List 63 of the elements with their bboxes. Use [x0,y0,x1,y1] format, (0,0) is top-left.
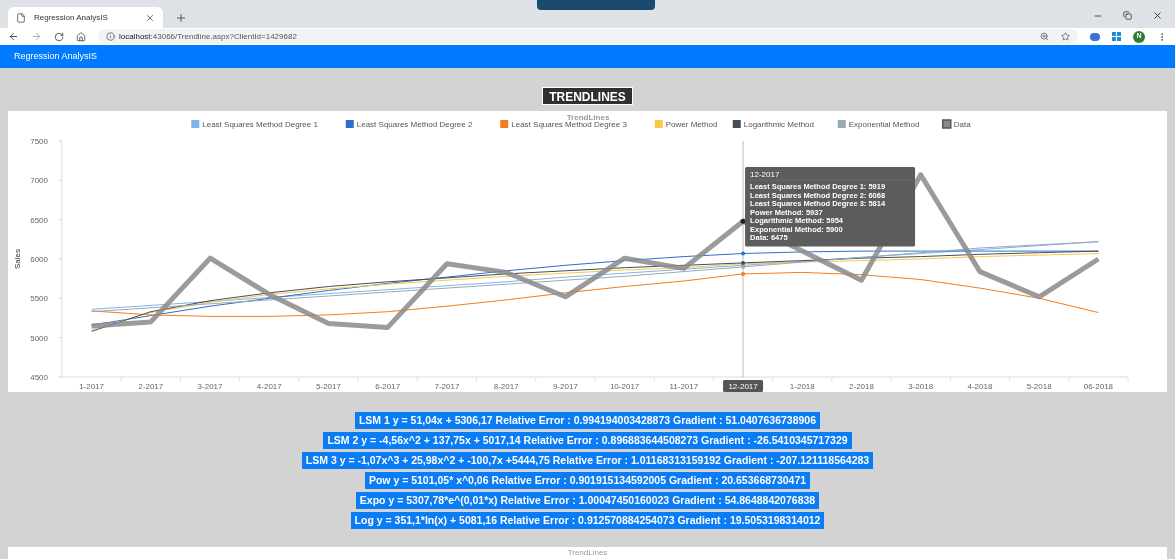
x-axis-label: 1-2017 [79,382,105,391]
chart-title: TrendLines [567,547,608,559]
x-axis-label: 7-2017 [434,382,460,391]
crosshair-label: 12-2017 [723,380,764,392]
formula-label: Pow y = 5101,05* x^0,06 Relative Error : 0.901915134592005 Gradient : 20.653668730471 [364,472,811,489]
formula-label: Expo y = 5307,78*e^(0,01*x) Relative Error : 1.00047450160023 Gradient : 54.8648842076838 [355,492,820,509]
reload-icon[interactable] [54,31,64,42]
x-axis-label: 10-2017 [609,382,640,391]
legend-item[interactable]: Power Method [654,120,718,129]
y-axis-label: 6000 [30,255,48,264]
hover-points-drawing [740,218,746,276]
restore-icon[interactable] [1123,11,1132,20]
x-axis-label: 2-2017 [138,382,164,391]
home-icon[interactable] [76,31,86,42]
info-icon [106,32,115,41]
y-axis-label: 6500 [30,215,48,225]
x-axis-label: 06-2018 [1083,382,1114,391]
new-tab-icon[interactable] [175,12,187,24]
legend-item[interactable]: Least Squares Method Degree 1 [191,120,318,129]
brand-link[interactable]: Regression AnalysIS [14,49,98,64]
y-axis-label: 7500 [30,137,48,146]
back-icon[interactable] [8,31,19,42]
x-axis-label: 1-2018 [789,382,815,391]
y-axis-title: Sales [13,249,22,269]
x-axis-label: 3-2017 [197,382,223,391]
page-heading: TRENDLINES [542,87,633,105]
x-axis-label: 11-2017 [669,382,699,391]
legend-item[interactable]: Least Squares Method Degree 2 [345,120,473,129]
x-axis-label: 8-2017 [493,382,519,391]
formula-label: LSM 3 y = -1,07x^3 + 25,98x^2 + -100,7x +5444,75 Relative Error : 1.01168313159192 Gradient : -207.121118564283 [301,452,874,469]
legend-item[interactable]: Least Squares Method Degree 3 [500,120,627,129]
page-icon [16,12,26,23]
y-axis-label: 7000 [30,176,48,186]
x-axis-label: 5-2017 [316,382,341,391]
x-axis-label: 4-2018 [967,382,993,391]
close-window-icon[interactable] [1152,10,1163,21]
extension-icon[interactable] [1090,32,1100,41]
legend-item[interactable]: Logarithmic Method [732,120,814,129]
legend-label: Data [953,120,972,129]
legend-item[interactable]: Exponential Method [837,120,920,129]
x-axis-label: 2-2018 [849,382,874,391]
x-axis-label: 3-2018 [908,382,934,391]
formula-label: Log y = 351,1*ln(x) + 5081,16 Relative Error : 0.912570884254073 Gradient : 19.5053198314012 [350,512,825,529]
x-axis-label: 6-2017 [375,382,401,391]
zoom-icon[interactable] [1040,32,1049,41]
x-tick-label: 12-2017 [728,382,759,391]
x-axis-label: 9-2017 [552,382,578,391]
bookmark-star-icon[interactable] [1061,32,1070,41]
close-tab-icon[interactable] [145,12,155,23]
x-axis-label: 4-2017 [256,382,282,391]
chart-title: TrendLines [566,113,610,122]
formula-label: LSM 1 y = 51,04x + 5306,17 Relative Error : 0.994194003428873 Gradient : 51.0407636738906 [354,412,821,429]
y-axis-label: 4500 [30,373,48,382]
y-axis-label: 5500 [30,294,48,304]
forward-icon[interactable] [31,31,42,42]
browser-tab[interactable]: Regression AnalysIS [8,7,163,28]
address-field[interactable]: localhost:43066/Trendline.aspx?ClientId=1429682 [98,29,1078,44]
y-axis-label: 5000 [30,333,48,343]
windows-icon[interactable] [1112,32,1121,41]
formula-label: LSM 2 y = -4,56x^2 + 137,75x + 5017,14 Relative Error : 0.896883644508273 Gradient : -26.5410345717329 [323,432,852,449]
legend-item[interactable]: Data [942,119,971,129]
legend-label: Power Method [665,120,718,129]
x-axis-label: 5-2018 [1026,382,1052,391]
